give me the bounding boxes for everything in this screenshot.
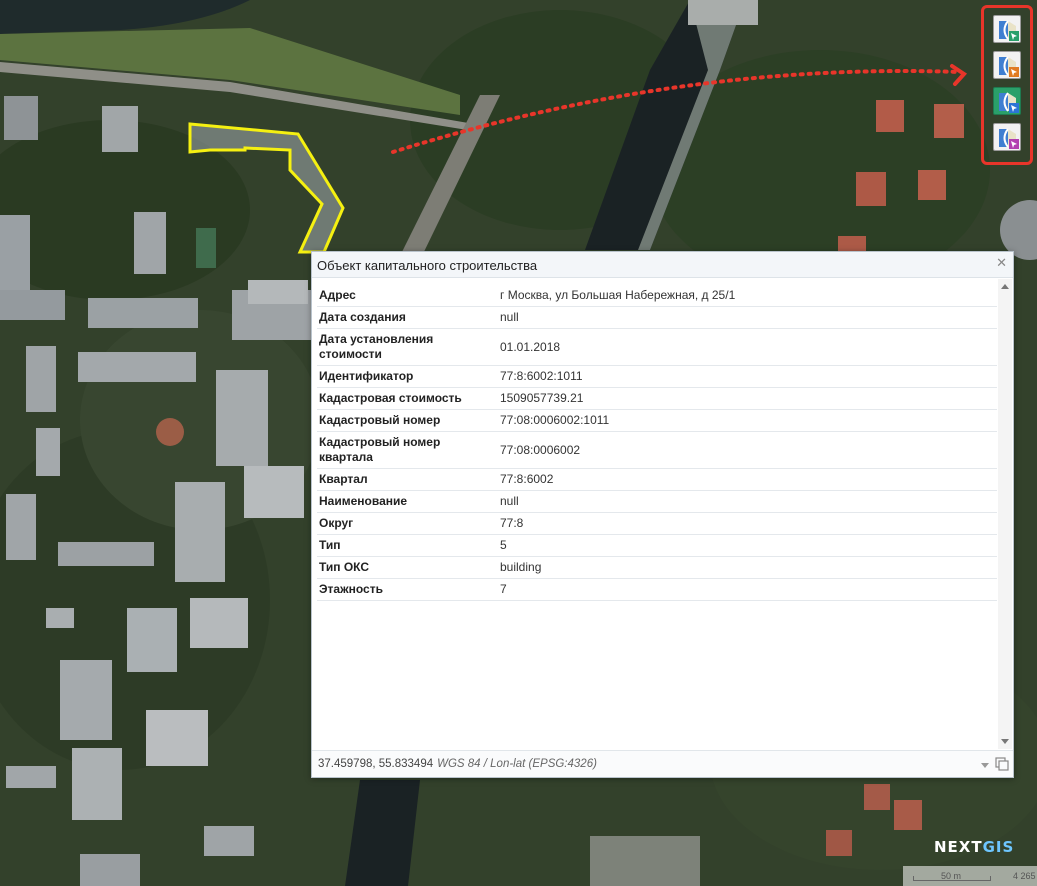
identify-tools-panel xyxy=(981,5,1033,165)
attribute-row: Идентификатор 77:8:6002:1011 xyxy=(317,365,997,388)
attribute-key: Кадастровая стоимость xyxy=(317,387,498,410)
attribute-value: 01.01.2018 xyxy=(498,328,997,366)
attribute-key: Дата создания xyxy=(317,306,498,329)
scale-extra: 4 265 xyxy=(1013,871,1036,881)
attributes-table: Адрес г Москва, ул Большая Набережная, д … xyxy=(317,285,997,601)
identify-purple-cursor-icon xyxy=(999,128,1019,149)
attribute-value: 5 xyxy=(498,534,997,557)
popup-scrollbar[interactable] xyxy=(998,279,1012,749)
attribute-row: Округ 77:8 xyxy=(317,512,997,535)
identify-tool-green[interactable] xyxy=(993,15,1021,43)
popup-footer: 37.459798, 55.833494 WGS 84 / Lon-lat (EP… xyxy=(312,750,1013,777)
attribute-key: Дата установления стоимости xyxy=(317,328,498,366)
feature-info-popup: Объект капитального строительства ✕ Адре… xyxy=(311,251,1014,778)
attribute-key: Идентификатор xyxy=(317,365,498,388)
attribute-row: Наименование null xyxy=(317,490,997,513)
attribute-value: 1509057739.21 xyxy=(498,387,997,410)
attribute-value: null xyxy=(498,490,997,513)
attribute-value: 77:8 xyxy=(498,512,997,535)
identify-orange-cursor-icon xyxy=(999,56,1019,77)
close-icon[interactable]: ✕ xyxy=(996,256,1007,271)
identify-tool-blue[interactable] xyxy=(993,87,1021,115)
attribute-row: Дата создания null xyxy=(317,306,997,329)
logo-text-part2: GIS xyxy=(982,838,1015,856)
attribute-value: 7 xyxy=(498,578,997,601)
attribute-value: 77:8:6002 xyxy=(498,468,997,491)
attribute-key: Кадастровый номер квартала xyxy=(317,431,498,469)
nextgis-logo: NEXTGIS xyxy=(934,838,1014,856)
attribute-row: Тип ОКС building xyxy=(317,556,997,579)
attribute-value: г Москва, ул Большая Набережная, д 25/1 xyxy=(498,285,997,307)
coordinates-readout: 37.459798, 55.833494 WGS 84 / Lon-lat (EP… xyxy=(318,758,597,770)
scale-bar: 50 m 4 265 xyxy=(903,866,1037,886)
attribute-row: Адрес г Москва, ул Большая Набережная, д … xyxy=(317,285,997,307)
identify-blue-cursor-icon xyxy=(999,92,1019,113)
chevron-down-icon[interactable] xyxy=(981,763,989,768)
scale-label: 50 m xyxy=(941,871,962,881)
attribute-value: 77:8:6002:1011 xyxy=(498,365,997,388)
attribute-row: Кадастровая стоимость 1509057739.21 xyxy=(317,387,997,410)
scroll-down-icon[interactable] xyxy=(1001,739,1009,744)
identify-tool-purple[interactable] xyxy=(993,123,1021,151)
crs-label: WGS 84 / Lon-lat (EPSG:4326) xyxy=(437,758,597,770)
attribute-value: 77:08:0006002 xyxy=(498,431,997,469)
attribute-row: Кадастровый номер квартала 77:08:0006002 xyxy=(317,431,997,469)
attribute-row: Тип 5 xyxy=(317,534,997,557)
attribute-key: Тип xyxy=(317,534,498,557)
attribute-key: Адрес xyxy=(317,285,498,307)
attribute-key: Этажность xyxy=(317,578,498,601)
attribute-value: 77:08:0006002:1011 xyxy=(498,409,997,432)
attribute-key: Тип ОКС xyxy=(317,556,498,579)
identify-tool-orange[interactable] xyxy=(993,51,1021,79)
attribute-value: building xyxy=(498,556,997,579)
scroll-up-icon[interactable] xyxy=(1001,284,1009,289)
attribute-row: Кадастровый номер 77:08:0006002:1011 xyxy=(317,409,997,432)
attribute-key: Наименование xyxy=(317,490,498,513)
popup-header: Объект капитального строительства ✕ xyxy=(312,252,1013,278)
logo-text-part1: NEXT xyxy=(934,838,983,856)
attribute-row: Квартал 77:8:6002 xyxy=(317,468,997,491)
attribute-value: null xyxy=(498,306,997,329)
attribute-key: Кадастровый номер xyxy=(317,409,498,432)
coordinates-value: 37.459798, 55.833494 xyxy=(318,758,434,770)
identify-green-cursor-icon xyxy=(999,20,1019,41)
popup-title: Объект капитального строительства xyxy=(317,258,538,273)
attribute-key: Квартал xyxy=(317,468,498,491)
copy-icon[interactable] xyxy=(995,757,1009,771)
attribute-key: Округ xyxy=(317,512,498,535)
attribute-row: Дата установления стоимости 01.01.2018 xyxy=(317,328,997,366)
attribute-row: Этажность 7 xyxy=(317,578,997,601)
